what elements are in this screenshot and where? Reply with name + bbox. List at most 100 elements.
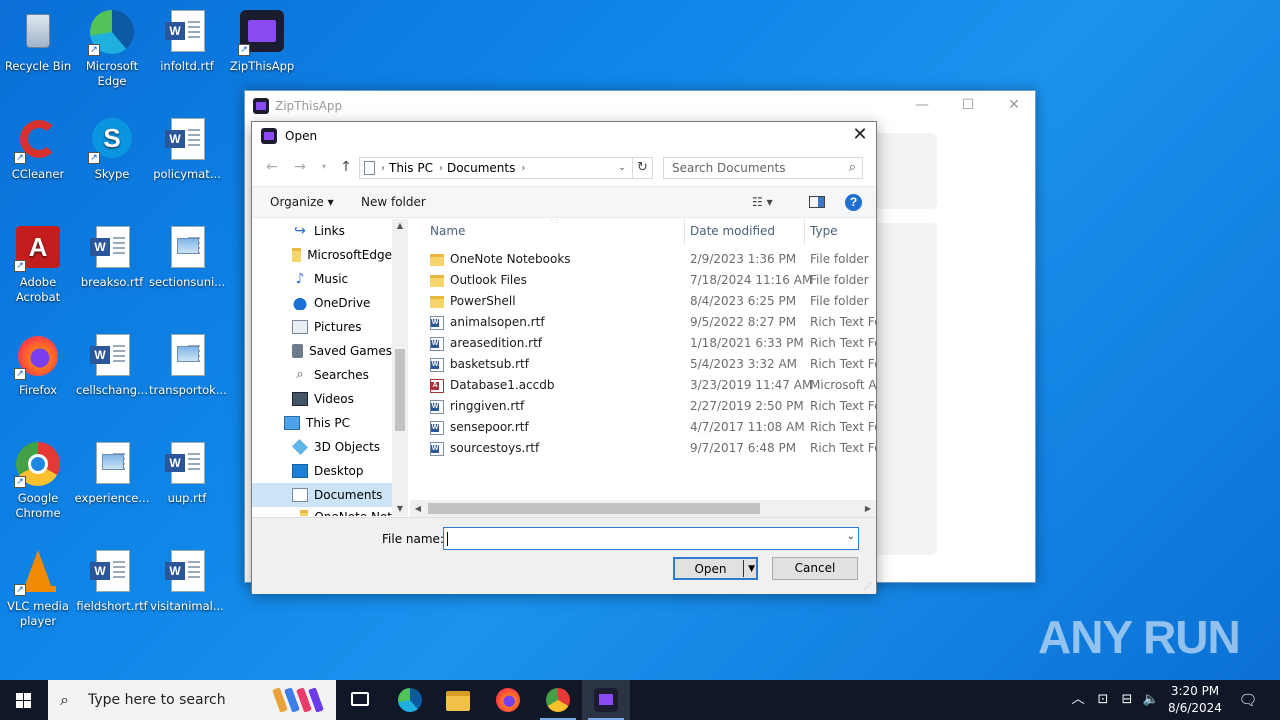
volume-icon[interactable]: 🔈 <box>1140 680 1162 720</box>
search-input[interactable]: Search Documents ⌕ <box>663 157 863 179</box>
file-row[interactable]: animalsopen.rtf 9/5/2022 8:27 PM Rich Text… <box>410 312 876 333</box>
cancel-button[interactable]: Cancel <box>772 557 858 580</box>
scroll-down-icon[interactable]: ▼ <box>392 502 408 516</box>
desktop-icon-uup[interactable]: W uup.rtf <box>149 440 225 506</box>
file-row[interactable]: Outlook Files 7/18/2024 11:16 AM File fold… <box>410 270 876 291</box>
column-divider[interactable] <box>684 219 685 244</box>
column-header-name[interactable]: Name <box>430 224 465 238</box>
open-button[interactable]: Open ▼ <box>673 557 758 580</box>
desktop-icon-firefox[interactable]: ↗ Firefox <box>0 332 76 398</box>
desktop-icon-visitanimal[interactable]: W visitanimal... <box>149 548 225 614</box>
taskbar-file-explorer[interactable] <box>434 680 482 720</box>
preview-pane-icon[interactable] <box>809 196 825 208</box>
file-row[interactable]: Database1.accdb 3/23/2019 11:47 AMMicroso… <box>410 375 876 396</box>
file-name: sourcestoys.rtf <box>450 441 540 455</box>
new-folder-button[interactable]: New folder <box>361 195 426 209</box>
close-icon[interactable]: ✕ <box>991 91 1037 121</box>
up-arrow-icon[interactable]: ↑ <box>336 157 356 177</box>
file-row[interactable]: basketsub.rtf 5/4/2023 3:32 AM Rich Text F… <box>410 354 876 375</box>
pictures-icon <box>292 320 308 334</box>
file-row[interactable]: areasedition.rtf 1/18/2021 6:33 PM Rich Te… <box>410 333 876 354</box>
desktop-icon-label: Microsoft Edge <box>85 59 139 88</box>
tree-item-this-pc[interactable]: This PC <box>284 411 392 435</box>
system-clock[interactable]: 3:20 PM 8/6/2024 <box>1163 683 1227 717</box>
chrome-icon <box>546 688 570 712</box>
desktop-icon-zipthisapp[interactable]: ↗ ZipThisApp <box>224 8 300 74</box>
taskbar-firefox[interactable] <box>484 680 532 720</box>
horizontal-scrollbar[interactable]: ◀ ▶ <box>410 500 876 517</box>
resize-grip-icon[interactable]: ⋰ <box>864 582 874 592</box>
desktop-icon-policymat[interactable]: W policymat... <box>149 116 225 182</box>
file-row[interactable]: sourcestoys.rtf 9/7/2017 6:48 PM Rich Text… <box>410 438 876 459</box>
desktop-icon-infoltd[interactable]: W infoltd.rtf <box>149 8 225 74</box>
scrollbar-thumb[interactable] <box>428 503 760 514</box>
notifications-icon[interactable]: 🗨 <box>1234 680 1262 720</box>
file-row[interactable]: OneNote Notebooks 2/9/2023 1:36 PM File fo… <box>410 249 876 270</box>
tree-item-pictures[interactable]: Pictures <box>292 315 392 339</box>
desktop-icon-ccleaner[interactable]: ↗ CCleaner <box>0 116 76 182</box>
tree-item-desktop[interactable]: Desktop <box>292 459 392 483</box>
start-button[interactable] <box>0 680 48 720</box>
navigation-scrollbar[interactable]: ▲ ▼ <box>392 219 408 516</box>
tree-item-videos[interactable]: Videos <box>292 387 392 411</box>
tree-item-onenote[interactable]: OneNote Not <box>300 505 392 516</box>
desktop-icon-fieldshort[interactable]: W fieldshort.rtf <box>74 548 150 614</box>
forward-arrow-icon[interactable]: → <box>290 157 310 177</box>
scroll-left-icon[interactable]: ◀ <box>410 500 426 517</box>
column-header-type[interactable]: Type <box>810 224 838 238</box>
chevron-down-icon[interactable]: ⌄ <box>847 531 855 542</box>
column-divider[interactable] <box>804 219 805 244</box>
tree-item-searches[interactable]: ⌕ Searches <box>292 363 392 387</box>
chevron-down-icon[interactable]: ▼ <box>748 559 755 580</box>
desktop-icon-recycle-bin[interactable]: Recycle Bin <box>0 8 76 74</box>
help-icon[interactable]: ? <box>845 194 862 211</box>
desktop-icon-transportok[interactable]: transportok... <box>149 332 227 398</box>
tree-item-saved-games[interactable]: Saved Games <box>292 339 392 363</box>
file-date: 9/5/2022 8:27 PM <box>690 315 797 329</box>
desktop-icon-sectionsuni[interactable]: sectionsuni... <box>149 224 225 290</box>
tree-item-3d-objects[interactable]: 3D Objects <box>292 435 392 459</box>
change-view-icon[interactable]: ☷ ▾ <box>752 195 773 209</box>
column-header-date[interactable]: Date modified <box>690 224 775 238</box>
search-icon: ⌕ <box>60 690 69 709</box>
address-bar[interactable]: › This PC › Documents › ⌄ ↻ <box>359 157 653 179</box>
breadcrumb-documents[interactable]: Documents <box>447 161 515 175</box>
tree-item-microsoftedge[interactable]: MicrosoftEdge <box>292 243 392 267</box>
recent-locations-icon[interactable]: ▾ <box>314 157 334 177</box>
file-row[interactable]: ringgiven.rtf 2/27/2019 2:50 PM Rich Text … <box>410 396 876 417</box>
taskbar-edge[interactable] <box>386 680 434 720</box>
desktop-icon-skype[interactable]: S ↗ Skype <box>74 116 150 182</box>
desktop-icon-experience[interactable]: experience... <box>74 440 150 506</box>
breadcrumb-this-pc[interactable]: This PC <box>389 161 433 175</box>
tree-item-onedrive[interactable]: OneDrive <box>292 291 392 315</box>
chevron-down-icon[interactable]: ⌄ <box>614 158 630 178</box>
task-view-button[interactable] <box>336 680 384 720</box>
show-hidden-icons-icon[interactable]: ︿ <box>1068 680 1088 720</box>
file-row[interactable]: sensepoor.rtf 4/7/2017 11:08 AM Rich Text … <box>410 417 876 438</box>
close-icon[interactable]: ✕ <box>844 122 876 150</box>
minimize-icon[interactable]: — <box>899 91 945 121</box>
desktop-icon-vlc[interactable]: ↗ VLC media player <box>0 548 76 629</box>
desktop-icon-adobe-acrobat[interactable]: A ↗ Adobe Acrobat <box>0 224 76 305</box>
taskbar-chrome[interactable] <box>534 680 582 720</box>
desktop-icon-microsoft-edge[interactable]: ↗ Microsoft Edge <box>74 8 150 89</box>
organize-button[interactable]: Organize ▾ <box>270 195 334 209</box>
maximize-icon[interactable]: ☐ <box>945 91 991 121</box>
taskbar-zipthisapp[interactable] <box>582 680 630 720</box>
refresh-icon[interactable]: ↻ <box>632 158 652 178</box>
tree-item-documents[interactable]: Documents <box>252 483 392 507</box>
desktop-icon-google-chrome[interactable]: ↗ Google Chrome <box>0 440 76 521</box>
desktop-icon-cellschang[interactable]: W cellschang... <box>74 332 150 398</box>
network-icon[interactable]: ⊟ <box>1116 680 1138 720</box>
taskbar-search-box[interactable]: ⌕ Type here to search <box>48 680 336 720</box>
desktop-icon-breakso[interactable]: W breakso.rtf <box>74 224 150 290</box>
scroll-right-icon[interactable]: ▶ <box>860 500 876 517</box>
file-row[interactable]: PowerShell 8/4/2023 6:25 PM File folder <box>410 291 876 312</box>
back-arrow-icon[interactable]: ← <box>262 157 282 177</box>
file-name-field[interactable]: ⌄ <box>443 527 859 550</box>
network-status-icon[interactable]: ⊡ <box>1092 680 1114 720</box>
scrollbar-thumb[interactable] <box>395 349 405 431</box>
scroll-up-icon[interactable]: ▲ <box>392 219 408 233</box>
tree-item-links[interactable]: ↪ Links <box>292 219 392 243</box>
tree-item-music[interactable]: ♪ Music <box>292 267 392 291</box>
